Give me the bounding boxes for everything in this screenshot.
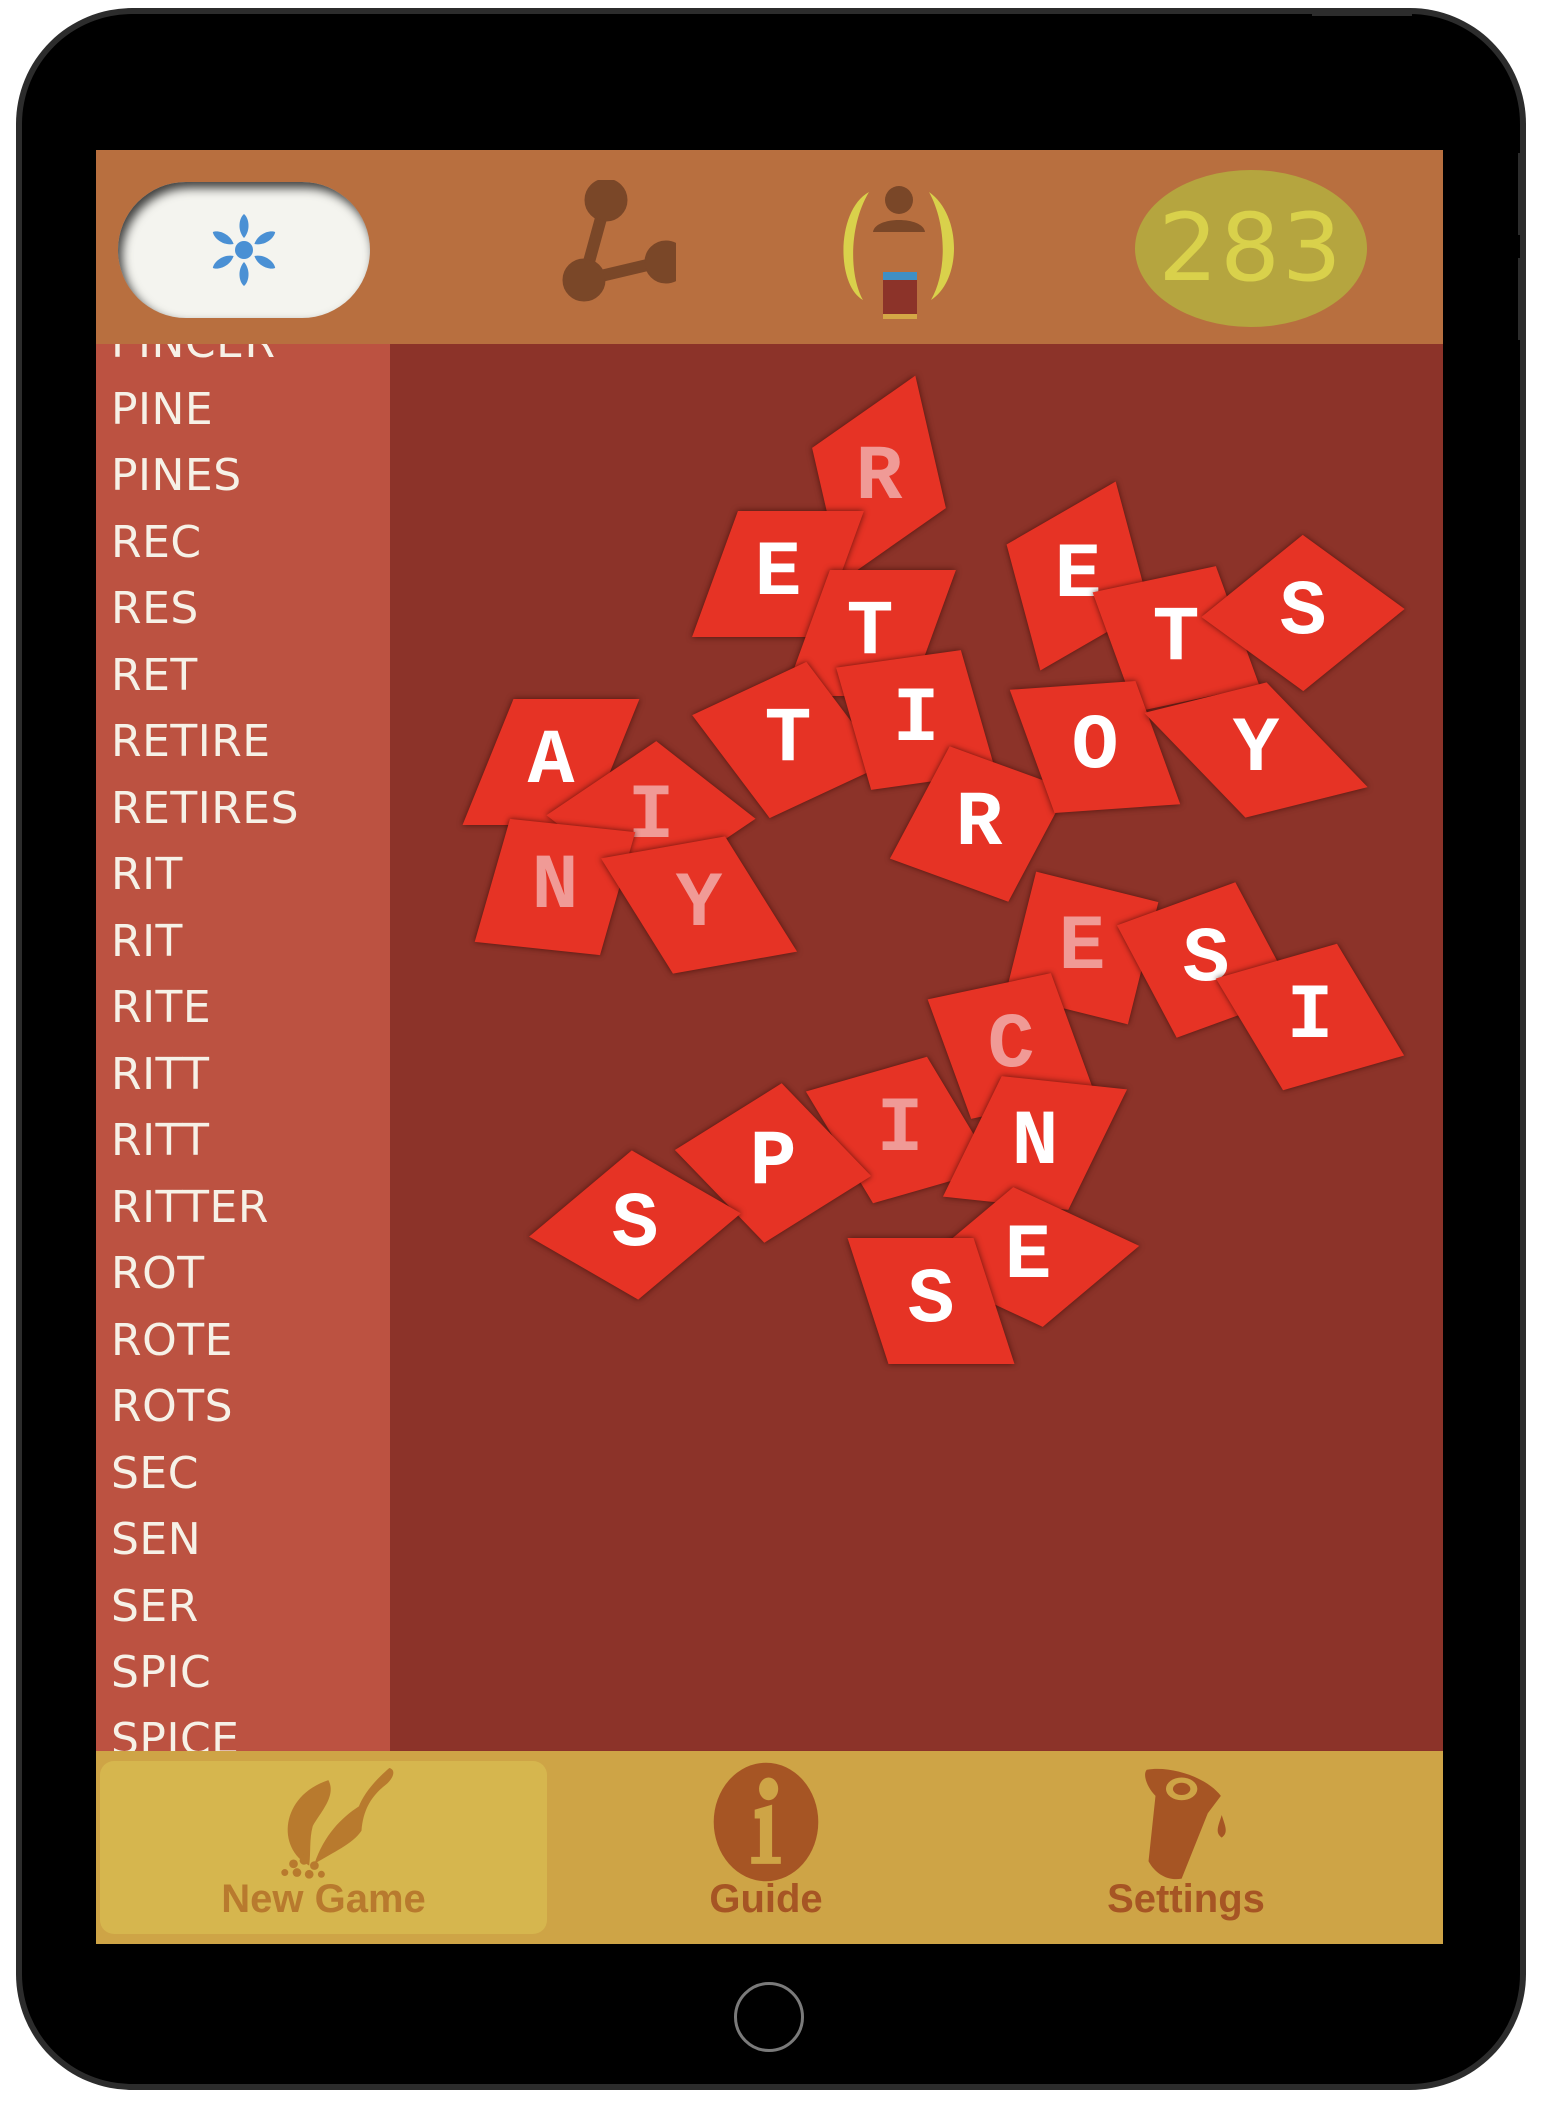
tab-settings-label: Settings xyxy=(1107,1877,1265,1921)
tile-letter: S xyxy=(907,1257,955,1345)
word-list-item[interactable]: PINES xyxy=(111,443,242,509)
word-list-item[interactable]: ROTS xyxy=(111,1374,233,1440)
word-list-item[interactable]: RIT xyxy=(111,842,183,908)
asterisk-icon xyxy=(212,214,276,286)
word-list-item[interactable]: REC xyxy=(111,510,202,576)
tab-new-game[interactable]: New Game xyxy=(100,1761,547,1934)
tab-new-game-label: New Game xyxy=(221,1877,426,1921)
tile-letter: T xyxy=(764,696,812,784)
letter-tile[interactable]: Y xyxy=(600,836,798,974)
word-list-item[interactable]: RES xyxy=(111,576,199,642)
tile-letter: R xyxy=(855,434,903,522)
top-bar: 283 xyxy=(96,150,1443,344)
app-screen: 283 PINCERPINEPINESRECRESRETRETIRERETIRE… xyxy=(96,150,1443,1944)
profile-button[interactable] xyxy=(831,180,971,325)
tile-letter: Y xyxy=(675,861,723,949)
tab-guide[interactable]: Guide xyxy=(556,1761,976,1934)
tile-letter: R xyxy=(955,780,1003,868)
tile-letter: N xyxy=(1011,1099,1059,1187)
score-badge: 283 xyxy=(1135,170,1367,327)
tile-letter: I xyxy=(892,676,940,764)
letter-tile[interactable]: N xyxy=(474,818,636,956)
word-list-item[interactable]: RETIRES xyxy=(111,776,299,842)
word-list-item[interactable]: PINCER xyxy=(111,344,276,376)
home-button[interactable] xyxy=(734,1982,804,2052)
letter-tile[interactable]: S xyxy=(1201,534,1405,692)
tile-letter: S xyxy=(1279,569,1327,657)
letter-tile[interactable]: R xyxy=(889,746,1069,902)
letter-tile[interactable]: O xyxy=(1009,681,1181,813)
tile-letter: Y xyxy=(1232,706,1280,794)
hint-button[interactable] xyxy=(118,182,370,318)
word-list-item[interactable]: RETIRE xyxy=(111,709,271,775)
bottom-tab-bar: New Game Guide Settings xyxy=(96,1751,1443,1944)
word-list-item[interactable]: RITT xyxy=(111,1042,210,1108)
coffee-cup-icon xyxy=(1145,1768,1226,1880)
word-list-item[interactable]: RIT xyxy=(111,909,183,975)
word-list-item[interactable]: RITE xyxy=(111,975,211,1041)
word-list-item[interactable]: SPICE xyxy=(111,1707,239,1752)
found-words-list[interactable]: PINCERPINEPINESRECRESRETRETIRERETIRESRIT… xyxy=(96,344,390,1751)
tile-letter: E xyxy=(1004,1213,1052,1301)
tile-letter: E xyxy=(754,530,802,618)
letter-tile[interactable]: I xyxy=(1215,943,1405,1091)
tile-letter: C xyxy=(987,1002,1035,1090)
volume-down-button xyxy=(1518,258,1526,340)
word-list-item[interactable]: SER xyxy=(111,1574,199,1640)
tile-letter: I xyxy=(876,1086,924,1174)
tile-letter: N xyxy=(531,843,579,931)
word-list-item[interactable]: SEN xyxy=(111,1507,201,1573)
tab-guide-label: Guide xyxy=(709,1877,823,1921)
game-board[interactable]: RETTIAINYRETSOYESICIPNSES xyxy=(390,344,1443,1751)
word-list-item[interactable]: RITTER xyxy=(111,1175,269,1241)
letter-tile[interactable]: N xyxy=(942,1076,1128,1210)
tile-letter: E xyxy=(1054,532,1102,620)
word-list-item[interactable]: RITT xyxy=(111,1108,210,1174)
volume-up-button xyxy=(1518,153,1526,235)
letter-tile[interactable]: Y xyxy=(1144,682,1368,818)
info-icon xyxy=(713,1762,819,1882)
tile-letter: O xyxy=(1071,703,1119,791)
word-list-item[interactable]: RET xyxy=(111,643,198,709)
share-nodes-icon xyxy=(562,178,688,302)
scoop-icon xyxy=(280,1767,393,1879)
tab-settings[interactable]: Settings xyxy=(976,1761,1396,1934)
tile-letter: E xyxy=(1058,904,1106,992)
word-list-item[interactable]: PINE xyxy=(111,377,213,443)
letter-tile[interactable]: S xyxy=(529,1150,741,1300)
power-button xyxy=(1312,8,1412,16)
player-profile-icon xyxy=(843,186,955,319)
tile-letter: I xyxy=(1286,973,1334,1061)
word-list-item[interactable]: ROT xyxy=(111,1241,205,1307)
word-list-item[interactable]: SEC xyxy=(111,1441,199,1507)
tile-letter: A xyxy=(527,718,575,806)
tile-letter: S xyxy=(611,1181,659,1269)
share-button[interactable] xyxy=(536,178,688,315)
word-list-item[interactable]: SPIC xyxy=(111,1640,211,1706)
tile-letter: P xyxy=(749,1119,797,1207)
tile-letter: T xyxy=(1152,595,1200,683)
letter-tile[interactable]: T xyxy=(692,661,884,819)
letter-tile[interactable]: S xyxy=(847,1238,1015,1364)
word-list-item[interactable]: ROTE xyxy=(111,1308,233,1374)
